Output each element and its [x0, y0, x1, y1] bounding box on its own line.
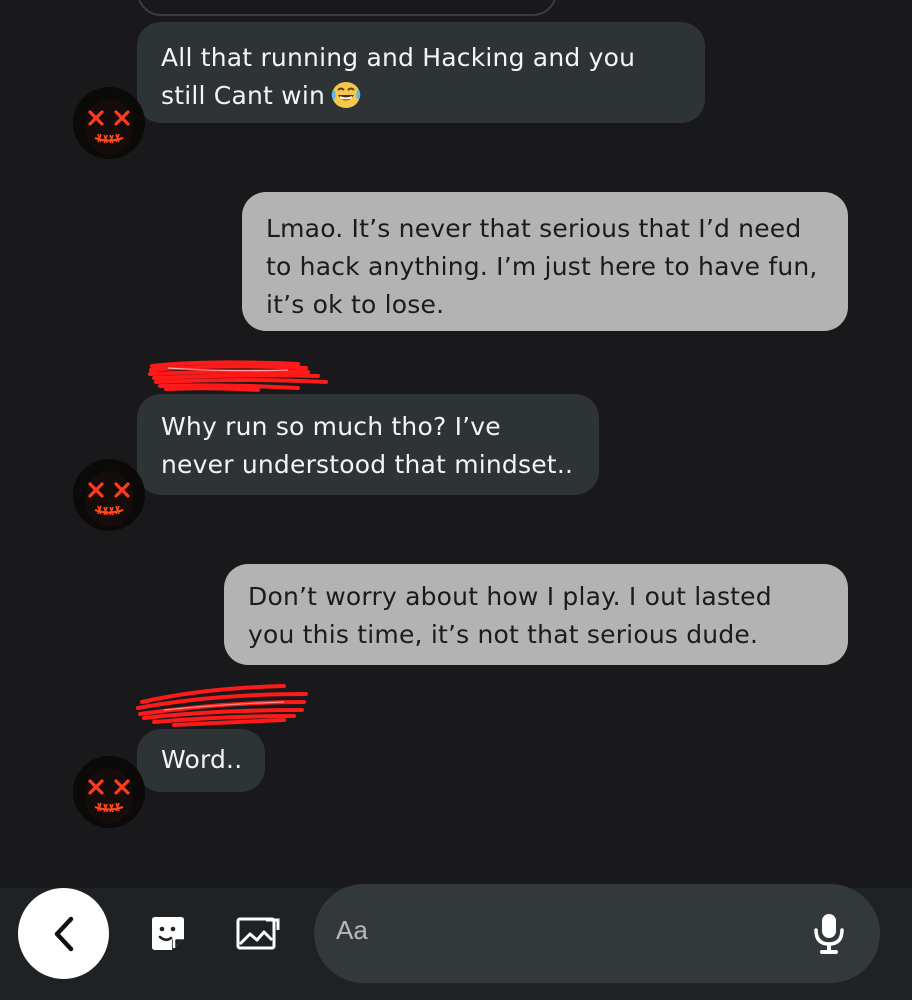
message-text: Word..: [161, 745, 243, 774]
image-button[interactable]: [236, 914, 280, 954]
chat-screen: All that running and Hacking and you sti…: [0, 0, 912, 1000]
image-icon: [236, 917, 280, 950]
sticker-button[interactable]: [146, 912, 190, 956]
back-button[interactable]: [18, 888, 109, 979]
avatar[interactable]: [73, 87, 145, 159]
outgoing-message-bubble[interactable]: Lmao. It’s never that serious that I’d n…: [242, 192, 848, 331]
avatar[interactable]: [73, 459, 145, 531]
outgoing-message-bubble[interactable]: Don’t worry about how I play. I out last…: [224, 564, 848, 665]
redaction-scribble: [136, 684, 308, 727]
redaction-scribble: [148, 360, 328, 392]
chevron-left-icon: [54, 916, 73, 951]
sticker-icon: [152, 917, 184, 950]
previous-message-bubble: [137, 0, 557, 16]
incoming-message-bubble[interactable]: Why run so much tho? I’ve never understo…: [137, 394, 599, 495]
message-text: All that running and Hacking and you sti…: [161, 43, 636, 110]
message-text: Lmao. It’s never that serious that I’d n…: [266, 214, 818, 319]
message-input[interactable]: Aa: [314, 884, 880, 983]
microphone-icon: [814, 914, 844, 954]
voice-message-button[interactable]: [812, 912, 846, 960]
incoming-message-bubble[interactable]: All that running and Hacking and you sti…: [137, 22, 705, 123]
message-input-placeholder: Aa: [336, 915, 368, 945]
avatar[interactable]: [73, 756, 145, 828]
incoming-message-bubble[interactable]: Word..: [137, 729, 265, 792]
message-text: Why run so much tho? I’ve never understo…: [161, 412, 574, 479]
face-with-tears-of-joy-icon: [329, 78, 363, 110]
message-text: Don’t worry about how I play. I out last…: [248, 582, 772, 649]
